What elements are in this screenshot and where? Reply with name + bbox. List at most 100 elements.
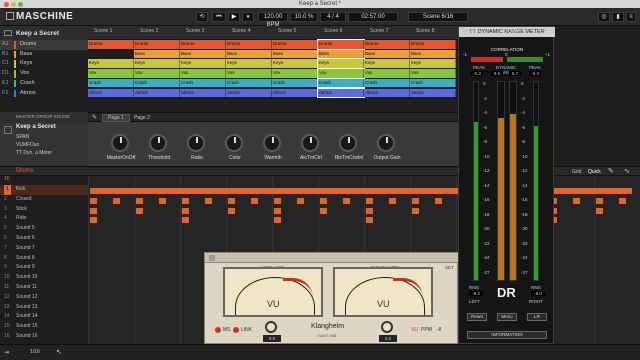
scene-label[interactable]: Scene 3: [186, 28, 204, 34]
clip[interactable]: Atmos: [134, 88, 180, 98]
clip[interactable]: Drums: [410, 40, 456, 49]
zoom-window-icon[interactable]: [18, 1, 23, 7]
reset-button[interactable]: Reset: [467, 313, 487, 321]
menu-icon[interactable]: ≡: [626, 12, 636, 22]
sound-row[interactable]: 11 Sound 11: [0, 283, 88, 293]
scene-label[interactable]: Scene 1: [94, 28, 112, 34]
chain-slot-1[interactable]: SPAN: [16, 134, 29, 140]
mono-button[interactable]: Mono: [497, 313, 517, 321]
loop-icon[interactable]: ⟲: [196, 12, 208, 22]
clip[interactable]: Vox: [272, 69, 318, 78]
note-step[interactable]: [366, 217, 373, 224]
swing-display[interactable]: 10.0 %: [290, 12, 318, 22]
sound-row[interactable]: 16 Sound 16: [0, 332, 88, 342]
arrow-icon[interactable]: ⇥: [4, 349, 9, 356]
play-icon[interactable]: ▶: [228, 12, 240, 22]
clip[interactable]: Keys: [317, 58, 365, 70]
note-step[interactable]: [389, 197, 396, 204]
clip[interactable]: Vox: [134, 69, 180, 78]
link-label[interactable]: LINK: [241, 327, 252, 333]
clip[interactable]: Crash: [180, 78, 226, 88]
parameter-knob[interactable]: [301, 134, 319, 152]
record-icon[interactable]: ●: [242, 12, 254, 22]
sound-row[interactable]: 5 Sound 5: [0, 224, 88, 234]
scene-display[interactable]: Scene 6/16: [408, 12, 468, 22]
clip[interactable]: Vox: [226, 69, 272, 78]
clip[interactable]: Atmos: [180, 88, 226, 98]
clip[interactable]: Bass: [134, 49, 180, 59]
parameter-knob[interactable]: [149, 134, 167, 152]
scene-label[interactable]: Scene 4: [232, 28, 250, 34]
sound-row[interactable]: 10 Sound 10: [0, 273, 88, 283]
note-step[interactable]: [182, 207, 189, 214]
parameter-knob[interactable]: [339, 134, 357, 152]
scene-label[interactable]: Scene 2: [140, 28, 158, 34]
note-step[interactable]: [435, 197, 442, 204]
clip[interactable]: Atmos: [226, 88, 272, 98]
skip-back-icon[interactable]: ⏮: [212, 12, 226, 22]
note-step[interactable]: [412, 197, 419, 204]
note-step[interactable]: [274, 217, 281, 224]
clip[interactable]: Keys: [364, 59, 410, 69]
note-step[interactable]: [136, 207, 143, 214]
clip[interactable]: Bass: [226, 49, 272, 59]
clip[interactable]: Keys: [226, 59, 272, 69]
group-row[interactable]: F1 Atmos: [0, 89, 88, 99]
clip[interactable]: Bass: [410, 49, 456, 59]
note-step[interactable]: [228, 197, 235, 204]
group-row[interactable]: C1 Keys: [0, 59, 88, 69]
clip[interactable]: Drums: [364, 40, 410, 49]
note-step[interactable]: [251, 197, 258, 204]
clip[interactable]: Atmos: [410, 88, 456, 98]
sound-row[interactable]: 8 Sound 8: [0, 254, 88, 264]
quick-button[interactable]: Quick: [588, 169, 601, 175]
parameter-knob[interactable]: [225, 134, 243, 152]
sync-icon[interactable]: ◎: [598, 12, 610, 22]
plugin-close-icon[interactable]: [209, 255, 215, 261]
clip[interactable]: Bass: [317, 48, 365, 60]
scene-label[interactable]: Scene 8: [416, 28, 434, 34]
clip[interactable]: Bass: [272, 49, 318, 59]
clip[interactable]: Drums: [180, 40, 226, 49]
note-step[interactable]: [297, 197, 304, 204]
clip[interactable]: Crash: [317, 77, 365, 89]
clip[interactable]: Vox: [88, 69, 134, 78]
note-step[interactable]: [366, 197, 373, 204]
clip[interactable]: Keys: [180, 59, 226, 69]
note-step[interactable]: [619, 197, 626, 204]
group-row[interactable]: D1 Vox: [0, 69, 88, 79]
note-step[interactable]: [320, 207, 327, 214]
parameter-knob[interactable]: [111, 134, 129, 152]
link-led-icon[interactable]: [233, 327, 239, 333]
note-step[interactable]: [596, 207, 603, 214]
note-step[interactable]: [412, 207, 419, 214]
clip[interactable]: Crash: [88, 78, 134, 88]
note-step[interactable]: [366, 207, 373, 214]
group-row[interactable]: B1 Bass: [0, 50, 88, 60]
note-step[interactable]: [205, 197, 212, 204]
clip[interactable]: Crash: [410, 78, 456, 88]
clip[interactable]: Atmos: [272, 88, 318, 98]
clip[interactable]: Crash: [226, 78, 272, 88]
note-step[interactable]: [573, 197, 580, 204]
sound-row[interactable]: 9 Sound 9: [0, 263, 88, 273]
input-knob-left[interactable]: [265, 321, 277, 333]
note-step[interactable]: [596, 197, 603, 204]
scene-label[interactable]: Scene 12: [506, 28, 527, 34]
input-knob-right[interactable]: [381, 321, 393, 333]
note-step[interactable]: [274, 207, 281, 214]
information-button[interactable]: INFORMATION: [467, 331, 547, 339]
clip[interactable]: Bass: [364, 49, 410, 59]
note-step[interactable]: [90, 197, 97, 204]
sound-row[interactable]: 3 Stick: [0, 205, 88, 215]
clip[interactable]: Vox: [364, 69, 410, 78]
note-step[interactable]: [90, 207, 97, 214]
clip[interactable]: Drums: [226, 40, 272, 49]
clip[interactable]: Atmos: [317, 87, 365, 99]
clip[interactable]: Crash: [272, 78, 318, 88]
note-step[interactable]: [182, 197, 189, 204]
clip[interactable]: Drums: [272, 40, 318, 49]
scene-label[interactable]: Scene 6: [324, 28, 342, 34]
sound-row[interactable]: 1 Kick: [0, 185, 88, 195]
page-2-tab[interactable]: Page 2: [134, 114, 150, 122]
